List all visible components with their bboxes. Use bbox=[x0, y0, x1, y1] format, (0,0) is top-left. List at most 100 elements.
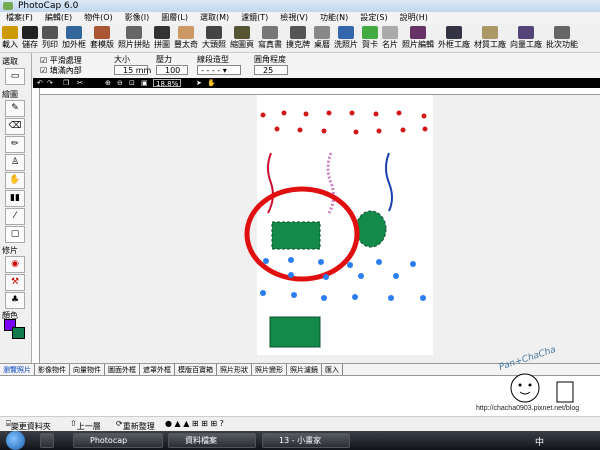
menu-item[interactable]: 圖層(L) bbox=[155, 12, 194, 24]
tab[interactable]: 照片濾鏡 bbox=[287, 364, 322, 375]
menu-item[interactable]: 檔案(F) bbox=[0, 12, 39, 24]
rect-select-tool[interactable]: ▭ bbox=[5, 68, 25, 85]
tab[interactable]: 照片形狀 bbox=[217, 364, 252, 375]
menu-item[interactable]: 選取(M) bbox=[194, 12, 235, 24]
menu-item[interactable]: 說明(H) bbox=[394, 12, 434, 24]
menu-item[interactable]: 濾鏡(T) bbox=[235, 12, 274, 24]
menu-bar: 檔案(F) 編輯(E) 物件(O) 影像(I) 圖層(L) 選取(M) 濾鏡(T) 檢視(V)… bbox=[0, 12, 600, 24]
stamp-icon[interactable]: ♙ bbox=[5, 154, 25, 171]
svg-text:Pan+ChaCha: Pan+ChaCha bbox=[498, 345, 557, 373]
toolbar-icon bbox=[518, 26, 534, 39]
clone-icon[interactable]: ♣ bbox=[5, 292, 25, 309]
toolbar-button[interactable]: 大頭照 bbox=[200, 25, 228, 52]
blue-dot bbox=[260, 290, 266, 296]
menu-item[interactable]: 檢視(V) bbox=[274, 12, 314, 24]
toolbar-label: 套模版 bbox=[90, 40, 114, 49]
red-dot bbox=[321, 128, 327, 134]
eraser-icon[interactable]: ⌫ bbox=[5, 118, 25, 135]
toolbar-label: 材質工廠 bbox=[474, 40, 506, 49]
toolbar-button[interactable]: 外框工廠 bbox=[436, 25, 472, 52]
corner-spinner[interactable]: 25 bbox=[254, 65, 288, 75]
red-eye-icon[interactable]: ◉ bbox=[5, 256, 25, 273]
pan-hand-icon[interactable]: ✋ bbox=[207, 79, 216, 87]
fit-icon[interactable]: ⊡ bbox=[129, 79, 135, 87]
refresh-button[interactable]: ⟳ 重新整理 bbox=[116, 419, 155, 431]
toolbar-button[interactable]: 洗照片 bbox=[332, 25, 360, 52]
redo-icon[interactable]: ↷ bbox=[47, 79, 53, 87]
line-tool-icon[interactable]: ▮▮ bbox=[5, 190, 25, 207]
menu-item[interactable]: 功能(N) bbox=[314, 12, 354, 24]
toolbar-button[interactable]: 儲存 bbox=[20, 25, 40, 52]
green-rectangle-bottom bbox=[269, 316, 321, 348]
start-button[interactable] bbox=[6, 431, 25, 450]
toolbar-label: 照片拼貼 bbox=[118, 40, 150, 49]
toolbar-button[interactable]: 加外框 bbox=[60, 25, 88, 52]
tab[interactable]: 圖面外框 bbox=[105, 364, 140, 375]
line-style-dropdown[interactable]: - - - - ▾ bbox=[197, 65, 241, 75]
rounded-rect-icon[interactable]: ▢ bbox=[5, 226, 25, 243]
fill-label: 填滿內部 bbox=[49, 66, 82, 75]
toolbar-label: 向量工廠 bbox=[510, 40, 542, 49]
show-desktop-icon[interactable] bbox=[40, 433, 54, 448]
retouch-brush-icon[interactable]: ⚒ bbox=[5, 274, 25, 291]
toolbar-icon bbox=[314, 26, 330, 39]
tab[interactable]: 向量物件 bbox=[70, 364, 105, 375]
red-dot bbox=[260, 112, 266, 118]
toolbar-button[interactable]: 撲克牌 bbox=[284, 25, 312, 52]
task-photocap[interactable]: Photocap bbox=[73, 433, 163, 448]
toolbar-button[interactable]: 桌曆 bbox=[312, 25, 332, 52]
toolbar-button[interactable]: 照片編輯 bbox=[400, 25, 436, 52]
hand-icon[interactable]: ✋ bbox=[5, 172, 25, 189]
smooth-label: 平滑處理 bbox=[49, 56, 82, 65]
eyedropper-icon[interactable]: ⁄ bbox=[5, 208, 25, 225]
toolbar-button[interactable]: 寫真書 bbox=[256, 25, 284, 52]
menu-item[interactable]: 編輯(E) bbox=[39, 12, 78, 24]
task-paint[interactable]: 13 - 小畫家 bbox=[262, 433, 350, 448]
change-folder-button[interactable]: ⌸ 變更資料夾 bbox=[6, 419, 51, 431]
pointer-icon[interactable]: ➤ bbox=[196, 79, 202, 87]
toolbar-button[interactable]: 照片拼貼 bbox=[116, 25, 152, 52]
toolbar-button[interactable]: 套模版 bbox=[88, 25, 116, 52]
toolbar-button[interactable]: 材質工廠 bbox=[472, 25, 508, 52]
size-spinner[interactable]: 15 mm bbox=[114, 65, 151, 75]
background-color[interactable] bbox=[12, 327, 25, 339]
toolbar-button[interactable]: 名片 bbox=[380, 25, 400, 52]
up-button[interactable]: ⇧ 上一層 bbox=[70, 419, 101, 431]
toolbar-button[interactable]: 列印 bbox=[40, 25, 60, 52]
toolbar-button[interactable]: 賀卡 bbox=[360, 25, 380, 52]
canvas-svg[interactable] bbox=[41, 90, 600, 363]
canvas-area[interactable] bbox=[41, 90, 600, 363]
red-dot bbox=[303, 111, 309, 117]
menu-item[interactable]: 影像(I) bbox=[119, 12, 156, 24]
ime-indicator[interactable]: 中 bbox=[535, 435, 544, 448]
toolbar-button[interactable]: 載入 bbox=[0, 25, 20, 52]
zoom-out-icon[interactable]: ⊖ bbox=[117, 79, 123, 87]
undo-icon[interactable]: ↶ bbox=[37, 79, 43, 87]
tab[interactable]: 遮罩外框 bbox=[140, 364, 175, 375]
toolbar-button[interactable]: 拼圖 bbox=[152, 25, 172, 52]
task-folder[interactable]: 資料檔案 bbox=[168, 433, 256, 448]
tab[interactable]: 影像物件 bbox=[35, 364, 70, 375]
toolbar-button[interactable]: 豐太奇 bbox=[172, 25, 200, 52]
menu-item[interactable]: 設定(S) bbox=[354, 12, 393, 24]
zoom-level[interactable]: 18.8% bbox=[153, 79, 182, 88]
brush-icon[interactable]: ✎ bbox=[5, 100, 25, 117]
toolbar-button[interactable]: 批次功能 bbox=[544, 25, 580, 52]
tab[interactable]: 匯入 bbox=[322, 364, 343, 375]
actual-size-icon[interactable]: ▣ bbox=[141, 79, 148, 87]
menu-item[interactable]: 物件(O) bbox=[78, 12, 119, 24]
fill-checkbox[interactable]: ☑ 填滿內部 bbox=[40, 65, 82, 76]
view-icons[interactable]: ● ▲ ▲ ⊞ ⊞ ⊞ ? bbox=[165, 419, 224, 428]
cut-icon[interactable]: ✂ bbox=[77, 79, 83, 87]
toolbar-button[interactable]: 縮圖頁 bbox=[228, 25, 256, 52]
zoom-in-icon[interactable]: ⊕ bbox=[105, 79, 111, 87]
toolbar-icon bbox=[262, 26, 278, 39]
tab[interactable]: 瀏覽照片 bbox=[0, 364, 35, 375]
tab[interactable]: 照片變形 bbox=[252, 364, 287, 375]
tab[interactable]: 模版百寶箱 bbox=[175, 364, 217, 375]
toolbar-button[interactable]: 向量工廠 bbox=[508, 25, 544, 52]
pressure-spinner[interactable]: 100 bbox=[156, 65, 188, 75]
copy-icon[interactable]: ❐ bbox=[63, 79, 69, 87]
toolbar-label: 豐太奇 bbox=[174, 40, 198, 49]
pen-icon[interactable]: ✏ bbox=[5, 136, 25, 153]
